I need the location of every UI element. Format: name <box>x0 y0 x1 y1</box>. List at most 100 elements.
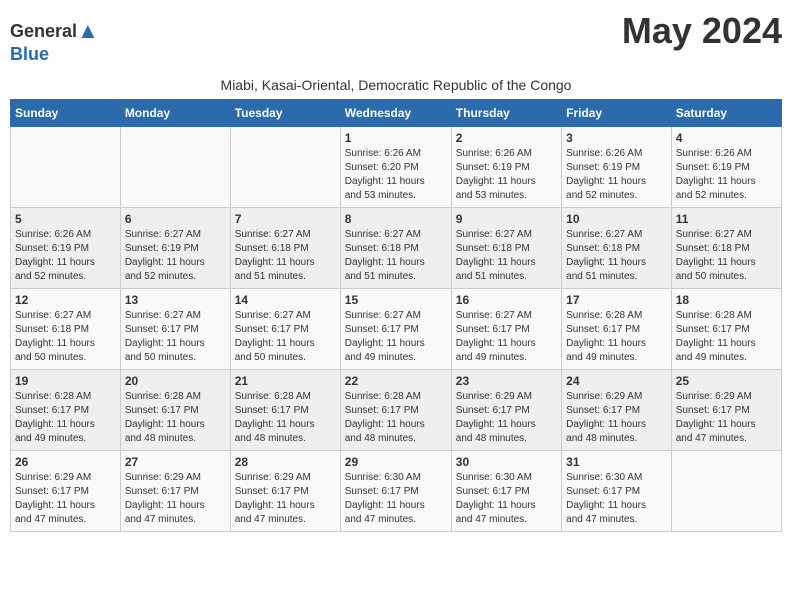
calendar-cell <box>120 127 230 208</box>
calendar-cell: 10 Sunrise: 6:27 AM Sunset: 6:18 PM Dayli… <box>562 208 672 289</box>
day-info: Sunrise: 6:27 AM Sunset: 6:18 PM Dayligh… <box>345 228 447 284</box>
day-number: 4 <box>676 131 777 145</box>
day-number: 10 <box>566 212 667 226</box>
calendar-cell <box>230 127 340 208</box>
day-number: 27 <box>125 455 226 469</box>
calendar-cell <box>11 127 121 208</box>
calendar-cell: 13 Sunrise: 6:27 AM Sunset: 6:17 PM Dayli… <box>120 289 230 370</box>
day-info: Sunrise: 6:26 AM Sunset: 6:19 PM Dayligh… <box>456 147 557 203</box>
day-number: 18 <box>676 293 777 307</box>
day-number: 13 <box>125 293 226 307</box>
day-number: 2 <box>456 131 557 145</box>
calendar-cell: 20 Sunrise: 6:28 AM Sunset: 6:17 PM Dayli… <box>120 370 230 451</box>
day-number: 21 <box>235 374 336 388</box>
week-row-0: 1Sunrise: 6:26 AM Sunset: 6:20 PM Daylig… <box>11 127 782 208</box>
calendar-cell: 26Sunrise: 6:29 AM Sunset: 6:17 PM Dayli… <box>11 451 121 532</box>
day-info: Sunrise: 6:29 AM Sunset: 6:17 PM Dayligh… <box>456 390 557 446</box>
day-info: Sunrise: 6:29 AM Sunset: 6:17 PM Dayligh… <box>235 471 336 527</box>
calendar-cell: 5 Sunrise: 6:26 AM Sunset: 6:19 PM Daylig… <box>11 208 121 289</box>
weekday-header-row: SundayMondayTuesdayWednesdayThursdayFrid… <box>11 100 782 127</box>
month-title: May 2024 <box>622 10 782 52</box>
day-info: Sunrise: 6:27 AM Sunset: 6:18 PM Dayligh… <box>235 228 336 284</box>
day-number: 7 <box>235 212 336 226</box>
day-info: Sunrise: 6:28 AM Sunset: 6:17 PM Dayligh… <box>125 390 226 446</box>
calendar-cell: 11 Sunrise: 6:27 AM Sunset: 6:18 PM Dayli… <box>671 208 781 289</box>
day-info: Sunrise: 6:27 AM Sunset: 6:18 PM Dayligh… <box>676 228 777 284</box>
day-info: Sunrise: 6:27 AM Sunset: 6:18 PM Dayligh… <box>456 228 557 284</box>
week-row-4: 26Sunrise: 6:29 AM Sunset: 6:17 PM Dayli… <box>11 451 782 532</box>
calendar-cell: 18 Sunrise: 6:28 AM Sunset: 6:17 PM Dayli… <box>671 289 781 370</box>
calendar-cell: 2 Sunrise: 6:26 AM Sunset: 6:19 PM Daylig… <box>451 127 561 208</box>
day-number: 22 <box>345 374 447 388</box>
day-number: 15 <box>345 293 447 307</box>
calendar-cell: 24 Sunrise: 6:29 AM Sunset: 6:17 PM Dayli… <box>562 370 672 451</box>
calendar-cell: 19 Sunrise: 6:28 AM Sunset: 6:17 PM Dayli… <box>11 370 121 451</box>
day-info: Sunrise: 6:27 AM Sunset: 6:18 PM Dayligh… <box>566 228 667 284</box>
day-info: Sunrise: 6:28 AM Sunset: 6:17 PM Dayligh… <box>235 390 336 446</box>
calendar-cell: 1Sunrise: 6:26 AM Sunset: 6:20 PM Daylig… <box>340 127 451 208</box>
day-info: Sunrise: 6:27 AM Sunset: 6:17 PM Dayligh… <box>125 309 226 365</box>
weekday-header-thursday: Thursday <box>451 100 561 127</box>
calendar-cell: 21 Sunrise: 6:28 AM Sunset: 6:17 PM Dayli… <box>230 370 340 451</box>
day-info: Sunrise: 6:27 AM Sunset: 6:17 PM Dayligh… <box>345 309 447 365</box>
day-number: 16 <box>456 293 557 307</box>
day-number: 5 <box>15 212 116 226</box>
day-info: Sunrise: 6:28 AM Sunset: 6:17 PM Dayligh… <box>676 309 777 365</box>
day-number: 23 <box>456 374 557 388</box>
day-info: Sunrise: 6:28 AM Sunset: 6:17 PM Dayligh… <box>345 390 447 446</box>
weekday-header-wednesday: Wednesday <box>340 100 451 127</box>
day-number: 8 <box>345 212 447 226</box>
title-area: May 2024 <box>622 10 782 52</box>
logo: General ▲ Blue <box>10 10 99 73</box>
day-info: Sunrise: 6:30 AM Sunset: 6:17 PM Dayligh… <box>456 471 557 527</box>
day-number: 11 <box>676 212 777 226</box>
calendar-cell: 9 Sunrise: 6:27 AM Sunset: 6:18 PM Daylig… <box>451 208 561 289</box>
calendar-cell: 14 Sunrise: 6:27 AM Sunset: 6:17 PM Dayli… <box>230 289 340 370</box>
day-number: 12 <box>15 293 116 307</box>
day-info: Sunrise: 6:27 AM Sunset: 6:19 PM Dayligh… <box>125 228 226 284</box>
weekday-header-sunday: Sunday <box>11 100 121 127</box>
calendar-cell: 6 Sunrise: 6:27 AM Sunset: 6:19 PM Daylig… <box>120 208 230 289</box>
calendar-cell: 8 Sunrise: 6:27 AM Sunset: 6:18 PM Daylig… <box>340 208 451 289</box>
day-info: Sunrise: 6:28 AM Sunset: 6:17 PM Dayligh… <box>15 390 116 446</box>
day-number: 9 <box>456 212 557 226</box>
calendar-cell: 15 Sunrise: 6:27 AM Sunset: 6:17 PM Dayli… <box>340 289 451 370</box>
day-number: 14 <box>235 293 336 307</box>
day-info: Sunrise: 6:26 AM Sunset: 6:20 PM Dayligh… <box>345 147 447 203</box>
day-number: 24 <box>566 374 667 388</box>
weekday-header-monday: Monday <box>120 100 230 127</box>
calendar-cell: 23 Sunrise: 6:29 AM Sunset: 6:17 PM Dayli… <box>451 370 561 451</box>
day-info: Sunrise: 6:30 AM Sunset: 6:17 PM Dayligh… <box>566 471 667 527</box>
day-info: Sunrise: 6:26 AM Sunset: 6:19 PM Dayligh… <box>15 228 116 284</box>
calendar-cell: 22 Sunrise: 6:28 AM Sunset: 6:17 PM Dayli… <box>340 370 451 451</box>
calendar-cell: 3Sunrise: 6:26 AM Sunset: 6:19 PM Daylig… <box>562 127 672 208</box>
calendar-body: 1Sunrise: 6:26 AM Sunset: 6:20 PM Daylig… <box>11 127 782 532</box>
calendar-cell: 30Sunrise: 6:30 AM Sunset: 6:17 PM Dayli… <box>451 451 561 532</box>
calendar-cell: 28Sunrise: 6:29 AM Sunset: 6:17 PM Dayli… <box>230 451 340 532</box>
calendar-cell: 25Sunrise: 6:29 AM Sunset: 6:17 PM Dayli… <box>671 370 781 451</box>
header: General ▲ Blue May 2024 <box>10 10 782 73</box>
week-row-1: 5 Sunrise: 6:26 AM Sunset: 6:19 PM Daylig… <box>11 208 782 289</box>
location-subtitle: Miabi, Kasai-Oriental, Democratic Republ… <box>10 77 782 93</box>
day-info: Sunrise: 6:30 AM Sunset: 6:17 PM Dayligh… <box>345 471 447 527</box>
day-number: 17 <box>566 293 667 307</box>
day-info: Sunrise: 6:29 AM Sunset: 6:17 PM Dayligh… <box>125 471 226 527</box>
day-info: Sunrise: 6:29 AM Sunset: 6:17 PM Dayligh… <box>566 390 667 446</box>
calendar-cell: 16Sunrise: 6:27 AM Sunset: 6:17 PM Dayli… <box>451 289 561 370</box>
logo-general: General <box>10 21 77 42</box>
day-number: 20 <box>125 374 226 388</box>
week-row-3: 19 Sunrise: 6:28 AM Sunset: 6:17 PM Dayli… <box>11 370 782 451</box>
day-number: 19 <box>15 374 116 388</box>
day-info: Sunrise: 6:28 AM Sunset: 6:17 PM Dayligh… <box>566 309 667 365</box>
calendar-cell <box>671 451 781 532</box>
calendar-cell: 17 Sunrise: 6:28 AM Sunset: 6:17 PM Dayli… <box>562 289 672 370</box>
weekday-header-tuesday: Tuesday <box>230 100 340 127</box>
day-info: Sunrise: 6:27 AM Sunset: 6:17 PM Dayligh… <box>235 309 336 365</box>
calendar-cell: 4Sunrise: 6:26 AM Sunset: 6:19 PM Daylig… <box>671 127 781 208</box>
calendar-cell: 12 Sunrise: 6:27 AM Sunset: 6:18 PM Dayli… <box>11 289 121 370</box>
day-info: Sunrise: 6:27 AM Sunset: 6:18 PM Dayligh… <box>15 309 116 365</box>
calendar-cell: 31Sunrise: 6:30 AM Sunset: 6:17 PM Dayli… <box>562 451 672 532</box>
week-row-2: 12 Sunrise: 6:27 AM Sunset: 6:18 PM Dayli… <box>11 289 782 370</box>
day-number: 6 <box>125 212 226 226</box>
day-info: Sunrise: 6:29 AM Sunset: 6:17 PM Dayligh… <box>676 390 777 446</box>
